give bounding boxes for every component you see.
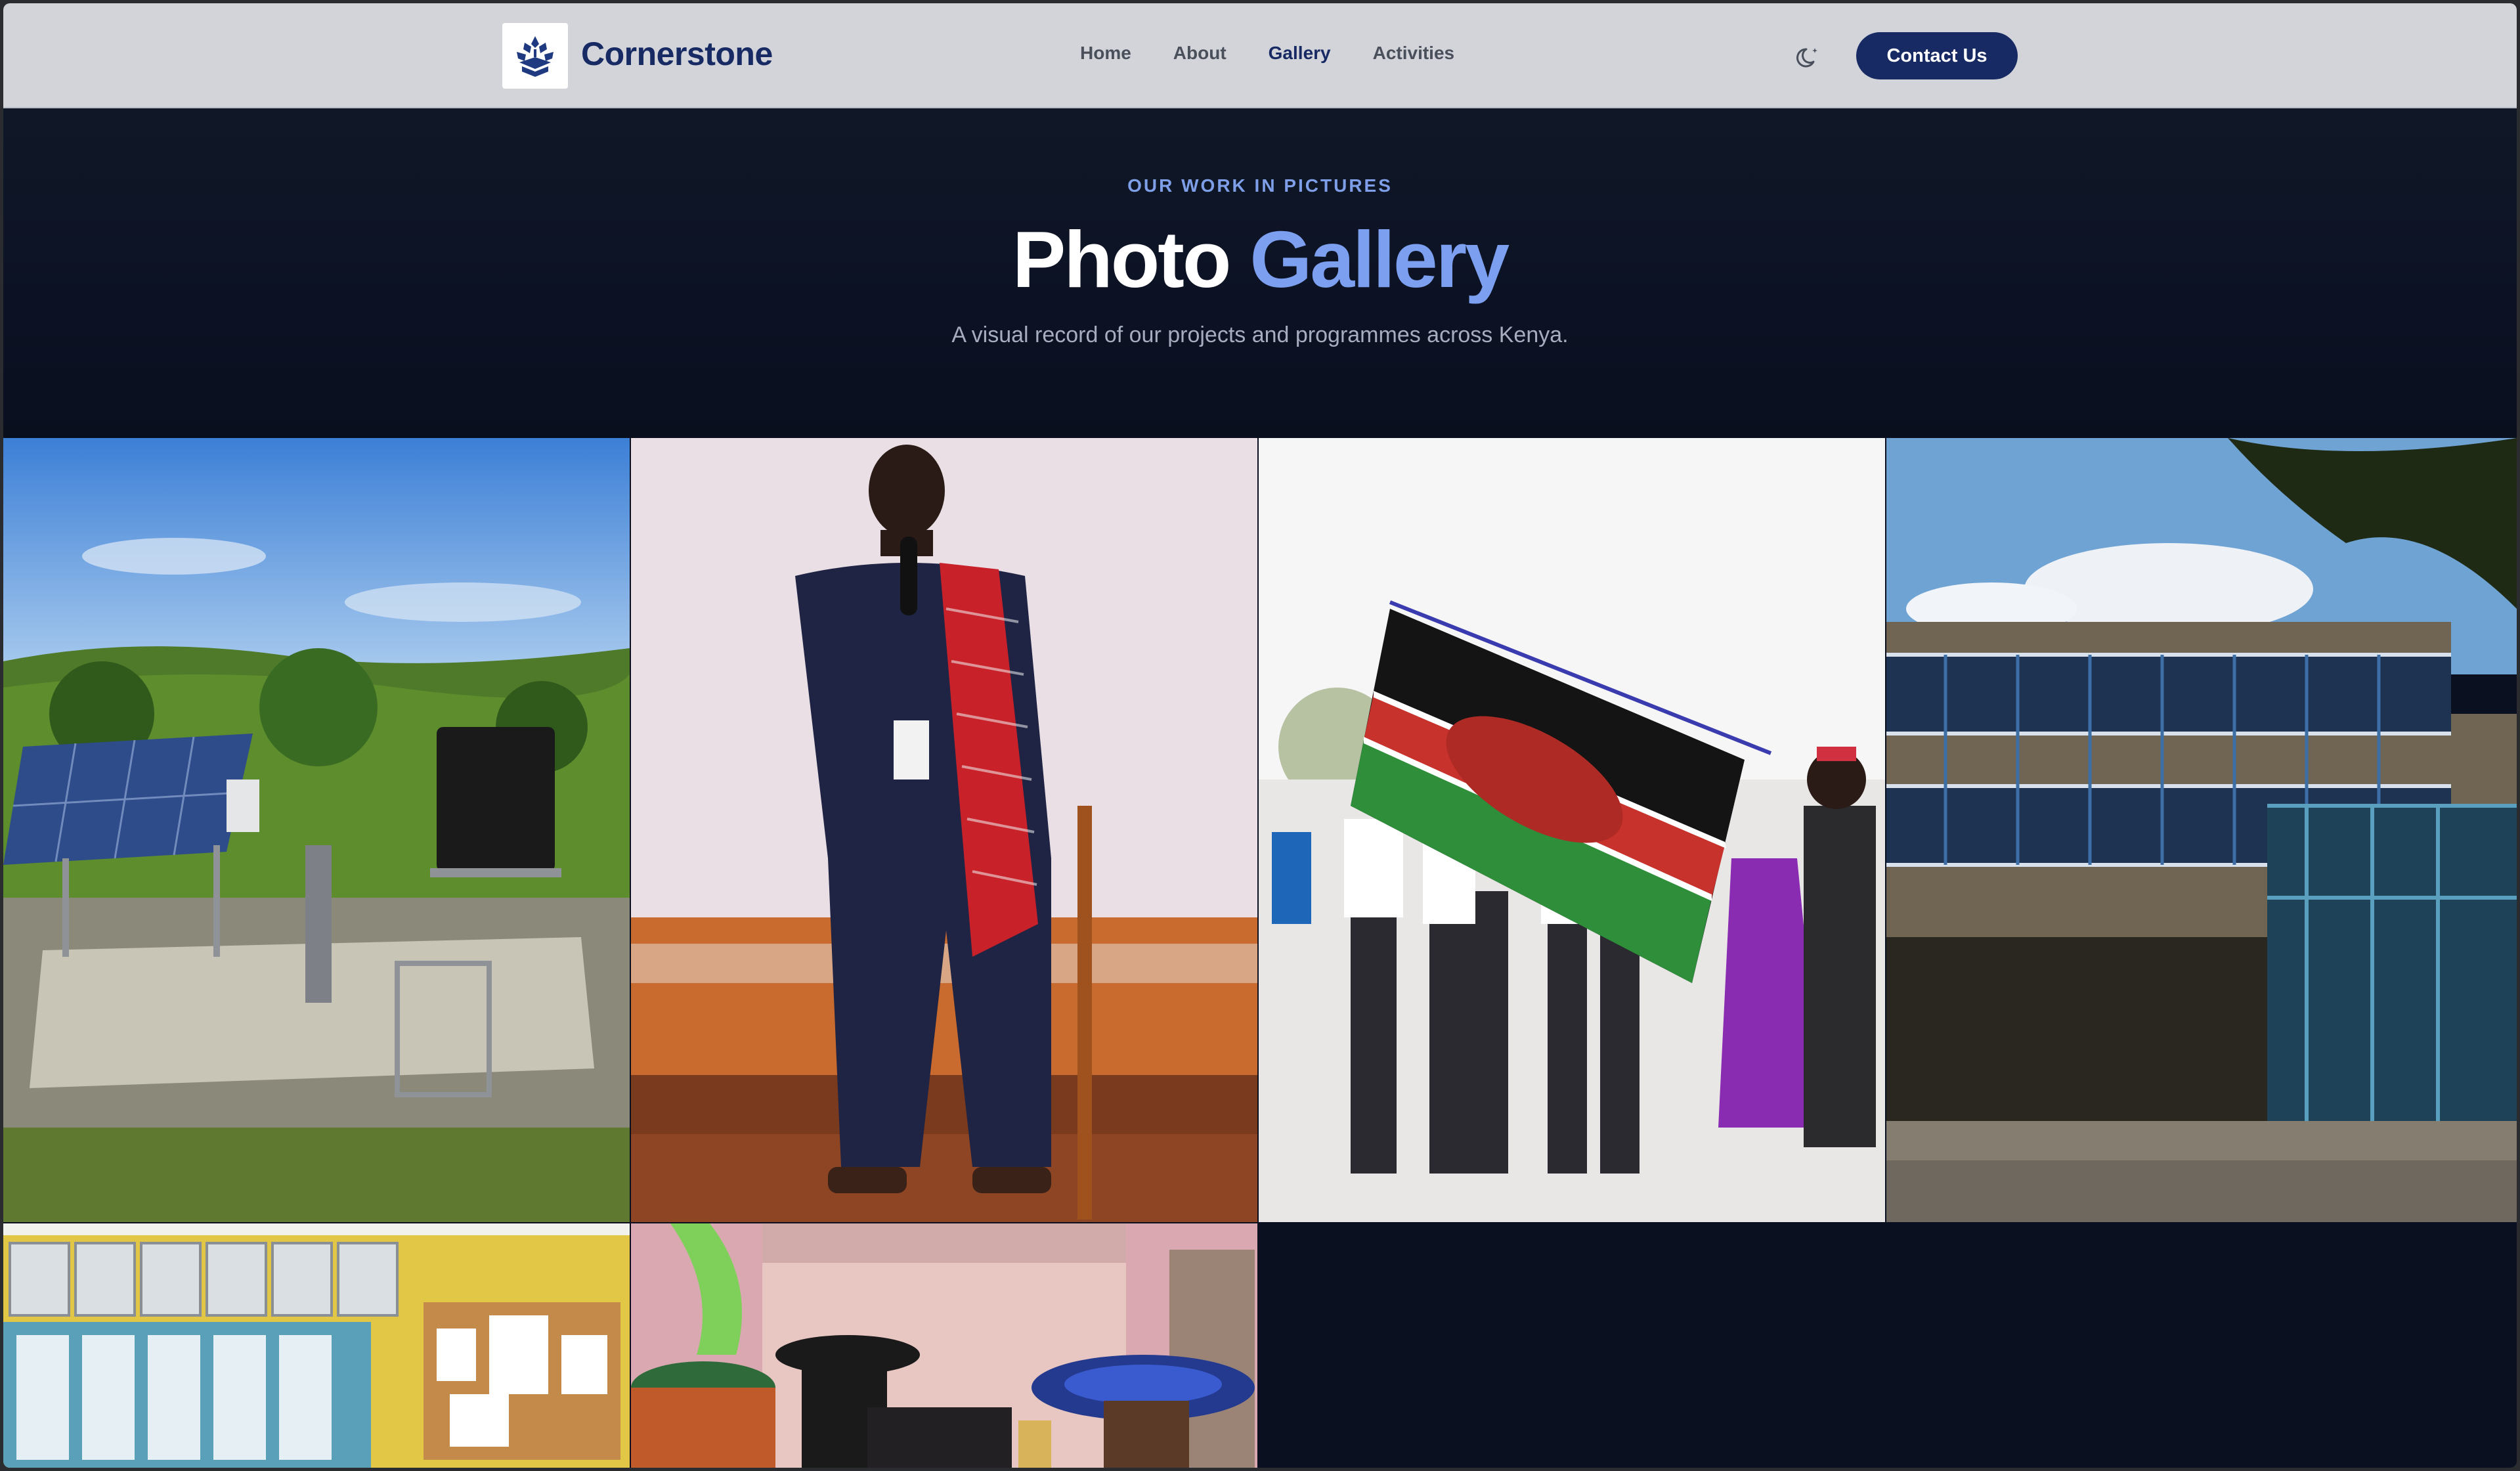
gallery-photo-solar-pump[interactable]: [3, 438, 630, 1222]
browser-viewport: Cornerstone Home About Gallery Activitie…: [3, 3, 2517, 1468]
theme-toggle-button[interactable]: [1794, 43, 1823, 72]
gallery-photo-classroom[interactable]: [3, 1223, 630, 1468]
gallery-photo-speaker[interactable]: [631, 438, 1257, 1222]
nav-home[interactable]: Home: [1080, 43, 1131, 64]
title-accent: Gallery: [1249, 215, 1510, 304]
logo[interactable]: [502, 23, 568, 89]
gallery-photo-school-building[interactable]: [1886, 438, 2517, 1222]
logo-emblem-icon: [517, 36, 554, 77]
moon-icon: [1796, 48, 1817, 68]
contact-us-button[interactable]: Contact Us: [1856, 32, 2018, 79]
title-main: Photo: [1012, 215, 1232, 304]
brand-name[interactable]: Cornerstone: [581, 35, 773, 73]
nav-activities[interactable]: Activities: [1373, 43, 1455, 64]
photo-gallery: [3, 438, 2517, 1468]
hero-section: OUR WORK IN PICTURES Photo Gallery A vis…: [3, 108, 2517, 438]
main-nav: Home About Gallery Activities: [1080, 43, 1496, 64]
page-title: Photo Gallery: [3, 213, 2517, 305]
gallery-photo-flag-ceremony[interactable]: [1259, 438, 1885, 1222]
nav-about[interactable]: About: [1173, 43, 1227, 64]
gallery-photo-graduation[interactable]: [631, 1223, 1257, 1468]
hero-subtitle: A visual record of our projects and prog…: [951, 322, 1569, 347]
site-header: Cornerstone Home About Gallery Activitie…: [3, 3, 2517, 108]
hero-eyebrow: OUR WORK IN PICTURES: [1127, 175, 1393, 196]
nav-gallery[interactable]: Gallery: [1269, 43, 1331, 64]
